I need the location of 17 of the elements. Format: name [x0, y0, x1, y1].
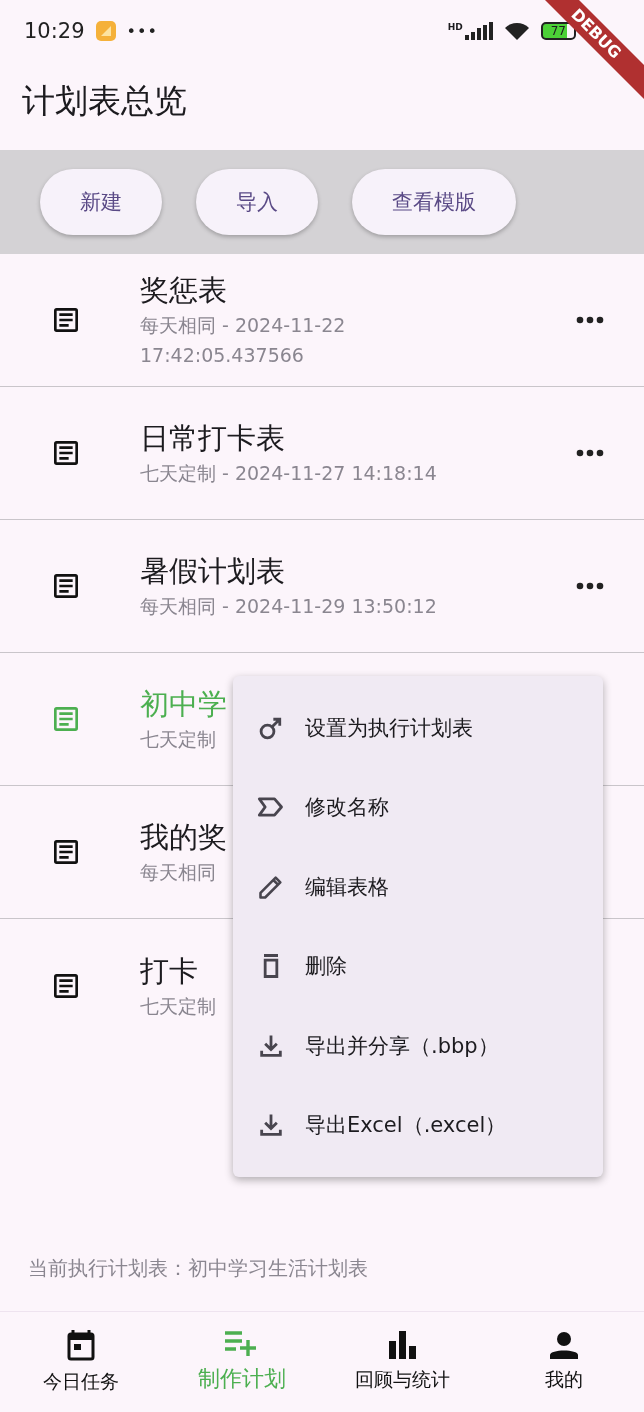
- plan-details: 每天相同: [140, 860, 216, 885]
- plan-details: 七天定制: [140, 727, 216, 752]
- status-time: 10:29: [24, 19, 85, 43]
- current-plan-text: 当前执行计划表：初中学习生活计划表: [27, 1255, 369, 1282]
- plan-name: 日常打卡表: [140, 420, 285, 457]
- plan-name: 打卡: [140, 952, 198, 990]
- plan-details: 每天相同 - 2024-11-22 17:42:05.437566: [140, 313, 347, 368]
- plan-details: 每天相同 - 2024-11-29 13:50:12: [140, 594, 437, 619]
- plan-name: 我的奖: [140, 819, 227, 856]
- plan-name: 奖惩表: [140, 272, 227, 309]
- more-notifications: •••: [126, 21, 158, 41]
- plan-details: 七天定制: [140, 993, 216, 1019]
- plan-details: 七天定制 - 2024-11-27 14:18:14: [140, 461, 437, 486]
- plan-name: 初中学: [140, 686, 227, 723]
- page-title: 计划表总览: [21, 80, 188, 122]
- plan-name: 暑假计划表: [140, 553, 285, 590]
- network-type: HD: [447, 22, 463, 32]
